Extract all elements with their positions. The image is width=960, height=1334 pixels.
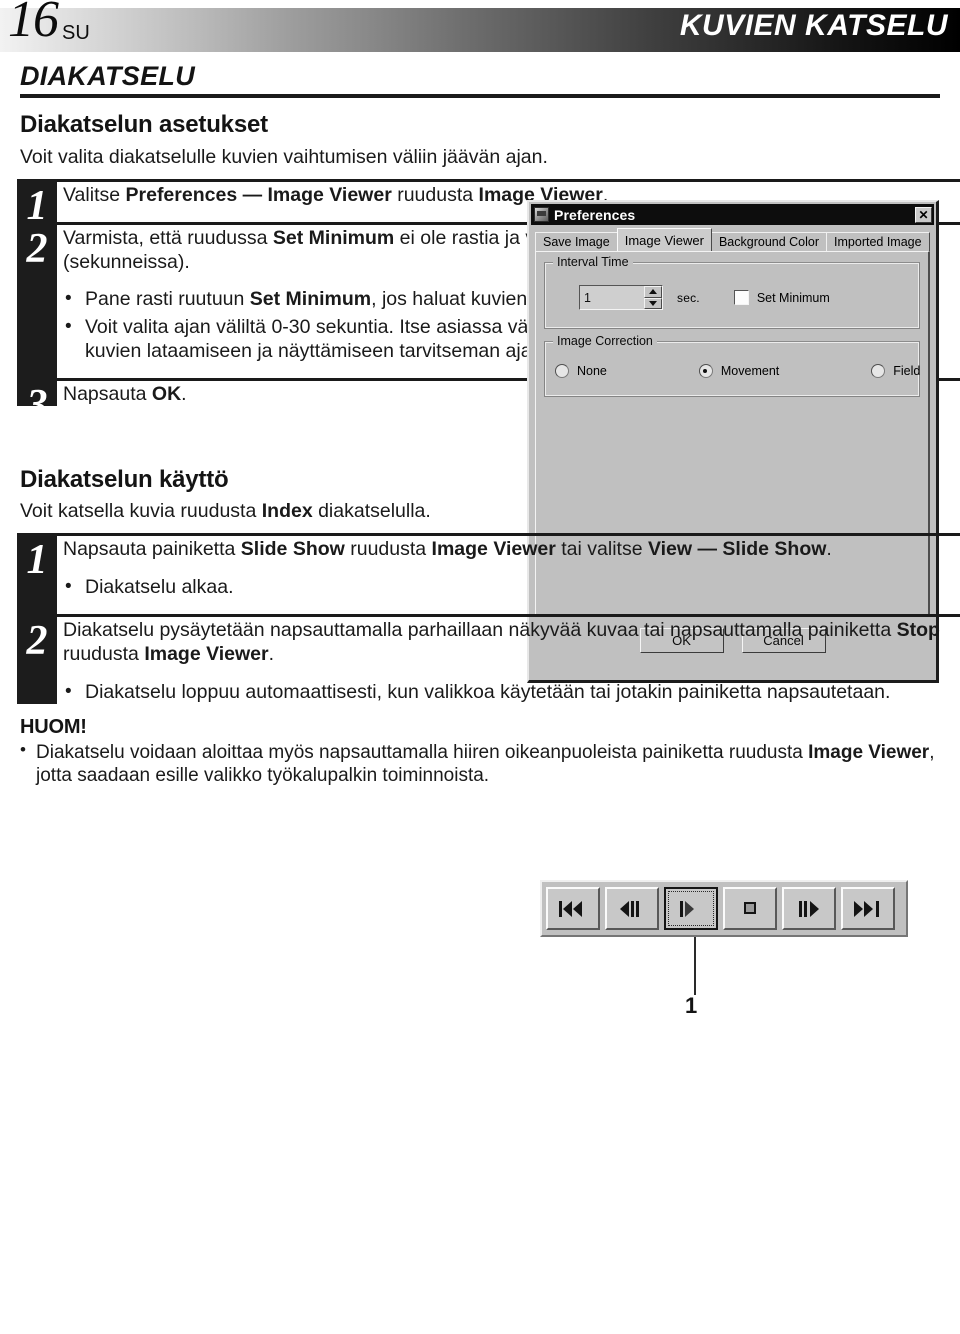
app-window-icon <box>534 207 549 222</box>
step-bullet-list: Diakatselu alkaa. <box>63 575 960 600</box>
interval-time-stepper[interactable]: 1 <box>579 285 663 310</box>
step-item: 2 Diakatselu pysäytetään napsauttamalla p… <box>0 613 960 705</box>
step-text: Diakatselu pysäytetään napsauttamalla pa… <box>63 618 940 665</box>
step-backward-icon <box>618 899 646 919</box>
step-number: 3 <box>26 381 48 428</box>
set-minimum-label: Set Minimum <box>756 290 830 305</box>
callout-leader-line <box>694 937 696 995</box>
skip-to-first-icon <box>559 899 587 919</box>
radio-label-movement: Movement <box>720 364 780 378</box>
page-header: 16 SU KUVIEN KATSELU <box>0 0 960 56</box>
play-icon <box>677 899 705 919</box>
step-divider <box>57 613 960 617</box>
callout-label: 1 <box>685 993 698 1018</box>
note-block: HUOM! Diakatselu voidaan aloittaa myös n… <box>20 716 960 787</box>
step-forward-icon <box>795 899 823 919</box>
radio-option-movement[interactable]: Movement <box>698 364 780 378</box>
close-icon[interactable]: ✕ <box>915 206 932 223</box>
step-item: 1 Napsauta painiketta Slide Show ruudusta… <box>0 533 960 600</box>
tab-image-viewer[interactable]: Image Viewer <box>616 228 712 251</box>
tab-background-color[interactable]: Background Color <box>710 232 828 251</box>
note-item: Diakatselu voidaan aloittaa myös napsaut… <box>20 740 960 787</box>
step-backward-button[interactable] <box>605 887 659 930</box>
radio-option-none[interactable]: None <box>555 364 607 378</box>
dialog-tabstrip[interactable]: Save Image Image Viewer Background Color Im… <box>535 228 936 251</box>
step-divider <box>57 179 960 183</box>
radio-label-field: Field <box>893 364 921 378</box>
section2-steps: 1 Napsauta painiketta Slide Show ruudusta… <box>0 533 960 705</box>
chevron-down-icon <box>649 300 657 306</box>
set-minimum-checkbox[interactable] <box>733 290 749 305</box>
step-bullet: Diakatselu loppuu automaattisesti, kun v… <box>63 680 960 705</box>
radio-button-field[interactable] <box>871 364 886 378</box>
section-title: KUVIEN KATSELU <box>679 9 948 42</box>
section1-heading: Diakatselun asetukset <box>20 111 268 139</box>
spinner-down-button[interactable] <box>644 297 662 309</box>
section1-intro: Voit valita diakatselulle kuvien vaihtum… <box>20 145 548 168</box>
step-number: 1 <box>26 537 48 584</box>
interval-time-unit-label: sec. <box>677 290 700 305</box>
note-items: Diakatselu voidaan aloittaa myös napsaut… <box>20 740 960 787</box>
tab-save-image[interactable]: Save Image <box>535 232 618 251</box>
page-number: 16 <box>8 0 59 48</box>
set-minimum-checkbox-row[interactable]: Set Minimum <box>733 290 830 305</box>
title-divider <box>20 94 940 99</box>
stop-icon <box>736 899 764 919</box>
step-bullet-list: Diakatselu loppuu automaattisesti, kun v… <box>63 680 960 705</box>
stop-button[interactable] <box>723 887 777 930</box>
document-title: DIAKATSELU <box>20 61 195 91</box>
image-correction-group-label: Image Correction <box>553 334 657 348</box>
skip-to-last-button[interactable] <box>841 887 895 930</box>
skip-to-first-button[interactable] <box>546 887 600 930</box>
radio-option-field[interactable]: Field <box>871 364 920 378</box>
step-number: 2 <box>26 617 48 664</box>
play-button[interactable] <box>664 887 718 930</box>
step-bullet: Diakatselu alkaa. <box>63 575 960 600</box>
image-correction-group: Image Correction None Movement Field <box>544 334 920 397</box>
interval-time-spin-buttons[interactable] <box>644 286 662 309</box>
step-number: 1 <box>26 183 48 230</box>
step-number: 2 <box>26 225 48 272</box>
tab-imported-image[interactable]: Imported Image <box>826 232 930 251</box>
radio-button-movement[interactable] <box>698 364 713 378</box>
step-divider <box>57 533 960 537</box>
dialog-titlebar[interactable]: Preferences ✕ <box>531 204 934 225</box>
page-language-code: SU <box>62 22 90 44</box>
playback-toolbar[interactable] <box>540 880 908 937</box>
interval-time-group-label: Interval Time <box>553 255 633 269</box>
chevron-up-icon <box>649 289 657 295</box>
interval-time-value[interactable]: 1 <box>580 286 644 309</box>
radio-button-none[interactable] <box>555 364 569 378</box>
skip-to-last-icon <box>854 899 882 919</box>
interval-time-group: Interval Time 1 sec. Set Minimum <box>544 255 920 329</box>
radio-label-none: None <box>577 364 607 378</box>
image-correction-radio-row[interactable]: None Movement Field <box>555 364 920 378</box>
spinner-up-button[interactable] <box>644 286 662 298</box>
step-forward-button[interactable] <box>782 887 836 930</box>
dialog-title: Preferences <box>554 206 636 223</box>
step-text: Napsauta painiketta Slide Show ruudusta … <box>63 538 832 561</box>
note-title: HUOM! <box>20 716 87 739</box>
